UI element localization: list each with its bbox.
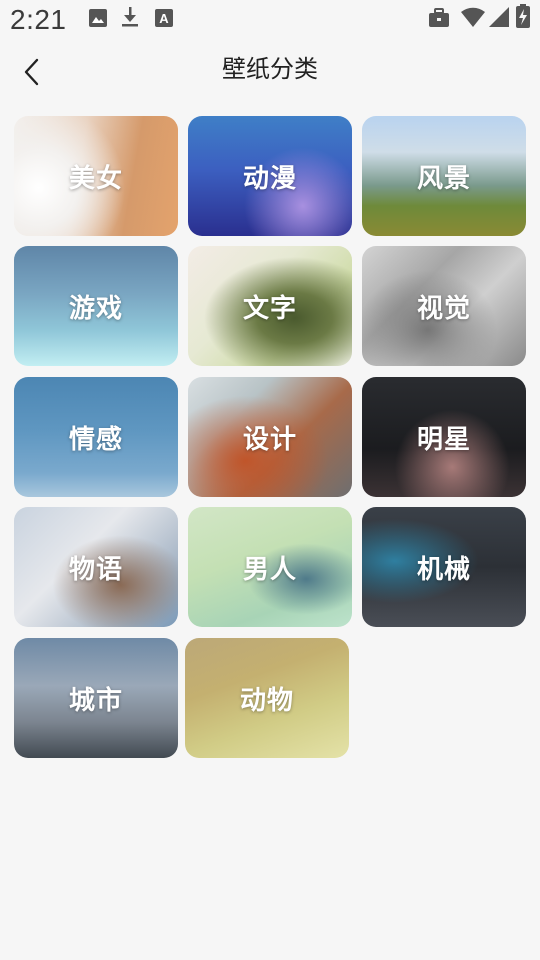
font-icon: A xyxy=(154,8,174,32)
category-label: 游戏 xyxy=(68,293,123,324)
category-label: 风景 xyxy=(416,163,471,194)
category-card-machinery[interactable]: 机械 xyxy=(362,507,526,627)
category-card-scenery[interactable]: 风景 xyxy=(362,116,526,236)
category-label: 物语 xyxy=(68,554,123,585)
header: 壁纸分类 xyxy=(0,48,540,106)
category-card-city[interactable]: 城市 xyxy=(14,638,178,758)
image-icon xyxy=(88,8,108,32)
category-label: 城市 xyxy=(68,685,123,716)
battery-charging-icon xyxy=(516,4,530,32)
category-card-animal[interactable]: 动物 xyxy=(185,638,349,758)
briefcase-icon xyxy=(428,8,450,32)
category-label: 美女 xyxy=(68,163,123,194)
status-time: 2:21 xyxy=(10,4,67,35)
category-label: 文字 xyxy=(242,293,297,324)
download-icon xyxy=(120,6,140,32)
category-card-game[interactable]: 游戏 xyxy=(14,246,178,366)
category-card-anime[interactable]: 动漫 xyxy=(188,116,352,236)
category-label: 情感 xyxy=(68,424,123,455)
category-card-men[interactable]: 男人 xyxy=(188,507,352,627)
category-card-text[interactable]: 文字 xyxy=(188,246,352,366)
category-card-design[interactable]: 设计 xyxy=(188,377,352,497)
category-card-star[interactable]: 明星 xyxy=(362,377,526,497)
category-label: 机械 xyxy=(416,554,471,585)
wifi-icon xyxy=(460,6,486,32)
category-label: 动漫 xyxy=(242,163,297,194)
category-label: 明星 xyxy=(416,424,471,455)
category-card-visual[interactable]: 视觉 xyxy=(362,246,526,366)
svg-text:A: A xyxy=(159,11,169,26)
category-card-story[interactable]: 物语 xyxy=(14,507,178,627)
category-card-emotion[interactable]: 情感 xyxy=(14,377,178,497)
status-bar: 2:21 A xyxy=(0,0,540,48)
category-label: 男人 xyxy=(242,554,297,585)
category-label: 动物 xyxy=(239,685,294,716)
category-label: 设计 xyxy=(242,424,297,455)
signal-icon xyxy=(488,6,510,32)
page-title: 壁纸分类 xyxy=(222,55,318,83)
category-label: 视觉 xyxy=(416,293,471,324)
category-card-beauty[interactable]: 美女 xyxy=(14,116,178,236)
